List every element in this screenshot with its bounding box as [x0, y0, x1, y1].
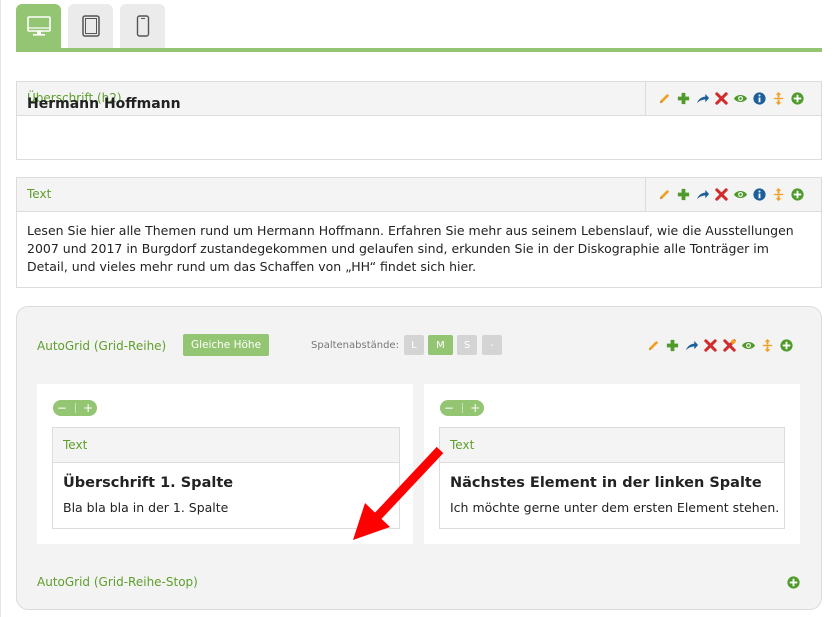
- smartphone-icon: [136, 15, 149, 37]
- add-circle-icon[interactable]: [789, 91, 805, 107]
- tab-mobile[interactable]: [120, 4, 165, 48]
- tab-desktop[interactable]: [16, 4, 61, 48]
- pill-divider: [461, 403, 463, 413]
- gap-option-m[interactable]: M: [428, 335, 453, 355]
- edit-pencil-icon[interactable]: [656, 91, 672, 107]
- autogrid-toolbar: [645, 335, 794, 355]
- gap-option-none[interactable]: -: [482, 335, 502, 355]
- autogrid-row: AutoGrid (Grid-Reihe) Gleiche Höhe Spalt…: [16, 306, 822, 610]
- text-element: Text Nächstes Element in der linken Spal…: [439, 427, 785, 529]
- grid-column-2: − + Text Nächstes Element in der linken …: [424, 384, 800, 544]
- element-header: Text: [53, 428, 399, 463]
- column-size-control: − +: [440, 400, 484, 416]
- info-icon[interactable]: [751, 91, 767, 107]
- element-type-label: Text: [27, 187, 52, 201]
- column-shrink-button[interactable]: −: [444, 400, 454, 416]
- add-circle-icon[interactable]: [785, 574, 801, 590]
- tab-tablet[interactable]: [68, 4, 113, 48]
- tabs-underline: [16, 48, 822, 52]
- move-arrow-icon[interactable]: [694, 187, 710, 203]
- add-circle-icon[interactable]: [778, 337, 794, 353]
- pill-divider: [74, 403, 76, 413]
- element-type-label: Text: [450, 438, 475, 452]
- tablet-icon: [81, 15, 100, 37]
- element-type-label: Text: [63, 438, 88, 452]
- resize-vertical-icon[interactable]: [770, 91, 786, 107]
- delete-x-icon[interactable]: [713, 91, 729, 107]
- page-left-border: [0, 0, 1, 617]
- gap-option-s[interactable]: S: [457, 335, 477, 355]
- column-grow-button[interactable]: +: [470, 400, 480, 416]
- text-element: Text Überschrift 1. Spalte Bla bla bla i…: [52, 427, 400, 529]
- autogrid-title: AutoGrid (Grid-Reihe): [37, 339, 167, 353]
- element-toolbar: [645, 82, 821, 115]
- move-arrow-icon[interactable]: [694, 91, 710, 107]
- column-gap-label: Spaltenabstände:: [311, 340, 399, 351]
- column-shrink-button[interactable]: −: [57, 400, 67, 416]
- delete-orange-x-icon[interactable]: [721, 337, 737, 353]
- text-content[interactable]: Lesen Sie hier alle Themen rund um Herma…: [27, 222, 812, 276]
- element-header: Text: [440, 428, 784, 463]
- autogrid-stop-label: AutoGrid (Grid-Reihe-Stop): [37, 575, 198, 589]
- column-heading[interactable]: Überschrift 1. Spalte: [63, 475, 233, 491]
- column-text[interactable]: Ich möchte gerne unter dem ersten Elemen…: [450, 500, 779, 515]
- column-size-control: − +: [53, 400, 97, 416]
- element-header: Text: [17, 178, 821, 212]
- delete-x-icon[interactable]: [713, 187, 729, 203]
- column-text[interactable]: Bla bla bla in der 1. Spalte: [63, 500, 228, 515]
- resize-vertical-icon[interactable]: [770, 187, 786, 203]
- move-arrow-icon[interactable]: [683, 337, 699, 353]
- info-icon[interactable]: [751, 187, 767, 203]
- delete-x-icon[interactable]: [702, 337, 718, 353]
- element-toolbar: [645, 178, 821, 211]
- add-plus-icon[interactable]: [675, 91, 691, 107]
- edit-pencil-icon[interactable]: [645, 337, 661, 353]
- heading-content[interactable]: Hermann Hoffmann: [27, 96, 181, 112]
- visibility-eye-icon[interactable]: [740, 337, 756, 353]
- text-element: Text Lesen Sie hier alle Themen rund um …: [16, 177, 822, 288]
- edit-pencil-icon[interactable]: [656, 187, 672, 203]
- resize-vertical-icon[interactable]: [759, 337, 775, 353]
- grid-column-1: − + Text Überschrift 1. Spalte Bla bla b…: [37, 384, 413, 544]
- gap-option-l[interactable]: L: [404, 335, 424, 355]
- visibility-eye-icon[interactable]: [732, 187, 748, 203]
- column-heading[interactable]: Nächstes Element in der linken Spalte: [450, 475, 762, 491]
- equal-height-button[interactable]: Gleiche Höhe: [183, 334, 269, 356]
- desktop-monitor-icon: [26, 16, 51, 36]
- add-circle-icon[interactable]: [789, 187, 805, 203]
- add-plus-icon[interactable]: [675, 187, 691, 203]
- add-plus-icon[interactable]: [664, 337, 680, 353]
- heading-element: Überschrift (h2) Hermann Hoffmann: [16, 81, 822, 160]
- column-grow-button[interactable]: +: [83, 400, 93, 416]
- visibility-eye-icon[interactable]: [732, 91, 748, 107]
